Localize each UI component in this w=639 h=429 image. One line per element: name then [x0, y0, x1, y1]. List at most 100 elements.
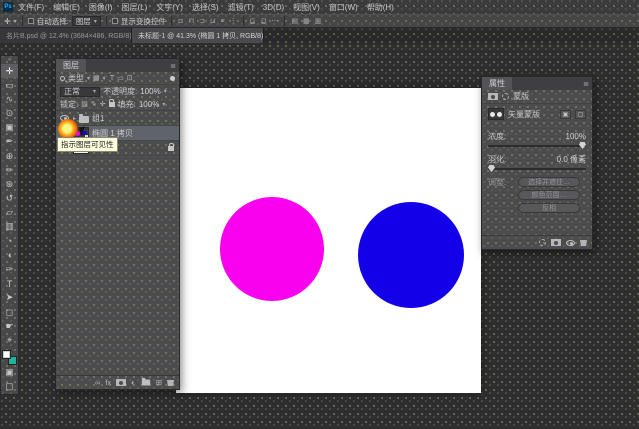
distribute-center-icon[interactable]: ▦ [302, 17, 311, 25]
feather-slider[interactable] [488, 168, 586, 170]
tool-preset-caret-icon[interactable]: ▾ [14, 18, 17, 25]
new-group-icon[interactable] [141, 380, 150, 386]
filter-smart-object-icon[interactable]: ⊡ [127, 74, 133, 82]
density-slider-knob[interactable] [579, 142, 586, 149]
distribute-left-icon[interactable]: ▤ [290, 17, 299, 25]
chevron-down-icon[interactable]: ▾ [87, 75, 90, 82]
link-layers-icon[interactable]: ∞ [95, 378, 100, 387]
feather-slider-knob[interactable] [488, 165, 495, 172]
type-tool[interactable]: T [1, 277, 18, 291]
menu-view[interactable]: 视图(V) [289, 2, 324, 13]
lock-position-icon[interactable]: ✛ [100, 100, 106, 108]
filter-type-icon[interactable]: T [110, 75, 114, 82]
blend-mode-dropdown[interactable]: 正常 ▾ [60, 87, 100, 97]
dodge-tool[interactable]: ◖ [1, 248, 18, 262]
shape-tool[interactable]: ◻ [1, 305, 18, 319]
align-middle-icon[interactable]: ≡ [220, 18, 226, 25]
delete-layer-icon[interactable] [167, 379, 174, 386]
tab-layers[interactable]: 图层 [56, 59, 86, 72]
menu-help[interactable]: 帮助(H) [363, 2, 398, 13]
auto-select-dropdown[interactable]: 图层 ▾ [72, 16, 101, 26]
clone-stamp-tool[interactable]: ⊛ [1, 177, 18, 191]
gradient-tool[interactable]: ▥ [1, 220, 18, 234]
density-slider[interactable] [488, 145, 586, 147]
auto-select-checkbox[interactable] [28, 18, 34, 24]
pixel-mask-icon[interactable] [488, 93, 498, 100]
foreground-color-swatch[interactable] [2, 350, 11, 359]
adjustment-layer-icon[interactable]: ◐ [131, 378, 136, 387]
menu-select[interactable]: 选择(S) [188, 2, 223, 13]
brush-tool[interactable]: ✏ [1, 163, 18, 177]
screen-mode-button[interactable]: ▢ [1, 380, 18, 394]
collapse-panel-icon[interactable]: » [8, 56, 11, 64]
menu-type[interactable]: 文字(Y) [152, 2, 187, 13]
distribute-middle-icon[interactable]: ⊒ [259, 17, 267, 25]
chevron-down-icon[interactable]: ▾ [162, 101, 165, 108]
document-canvas[interactable] [176, 88, 481, 393]
disable-mask-eye-icon[interactable] [566, 240, 575, 246]
filter-toggle[interactable] [170, 76, 175, 81]
eraser-tool[interactable]: ▱ [1, 206, 18, 220]
new-layer-icon[interactable]: ⊞ [156, 378, 162, 387]
crop-tool[interactable]: ▣ [1, 121, 18, 135]
menu-edit[interactable]: 编辑(E) [49, 2, 84, 13]
show-transform-checkbox[interactable] [112, 18, 118, 24]
align-bottom-icon[interactable]: ⋮ [229, 17, 238, 25]
lock-transparency-icon[interactable]: ▨ [81, 100, 88, 108]
hand-tool[interactable]: ☛ [1, 319, 18, 333]
color-swatches[interactable] [1, 349, 18, 365]
menu-layer[interactable]: 图层(L) [117, 2, 151, 13]
panel-menu-icon[interactable]: ≣ [170, 62, 176, 70]
align-top-icon[interactable]: ⊔ [209, 17, 216, 25]
lock-pixels-icon[interactable]: ✎ [91, 100, 97, 108]
zoom-tool[interactable]: ⌖ [1, 333, 18, 347]
blur-tool[interactable]: ◔ [1, 234, 18, 248]
filter-pixel-icon[interactable]: ▦ [93, 74, 100, 82]
document-tab-1[interactable]: 名片B.psd @ 12.4% (3684×486, RGB/8) * × [0, 28, 132, 43]
distribute-top-icon[interactable]: ⊑ [249, 17, 257, 25]
chevron-down-icon[interactable]: ▾ [164, 88, 167, 95]
feather-value[interactable]: 0.0 像素 [557, 154, 586, 165]
mask-thumbnail[interactable] [488, 108, 504, 120]
menu-image[interactable]: 图像(I) [85, 2, 117, 13]
filter-shape-icon[interactable]: ▭ [117, 74, 124, 82]
menu-file[interactable]: 文件(F) [14, 2, 48, 13]
distribute-bottom-icon[interactable]: ⋯ [270, 17, 279, 25]
tab-properties[interactable]: 属性 [482, 77, 512, 90]
pen-tool[interactable]: ✑ [1, 262, 18, 276]
menu-3d[interactable]: 3D(D) [259, 3, 288, 12]
align-left-icon[interactable]: ⊏ [177, 17, 185, 25]
add-pixel-mask-button[interactable]: ▣ [560, 110, 571, 119]
add-vector-mask-button[interactable]: ▢ [575, 110, 586, 119]
marquee-tool[interactable]: ▭ [1, 78, 18, 92]
panel-menu-icon[interactable]: ≣ [583, 80, 589, 88]
lock-all-icon[interactable] [109, 102, 115, 107]
delete-mask-icon[interactable] [580, 239, 587, 246]
menu-window[interactable]: 窗口(W) [325, 2, 362, 13]
add-mask-icon[interactable] [116, 379, 126, 386]
move-tool[interactable]: ✛ [1, 64, 18, 78]
align-center-h-icon[interactable]: ⊓ [188, 17, 195, 25]
eyedropper-tool[interactable]: ✒ [1, 135, 18, 149]
filter-adjustment-icon[interactable]: ◐ [103, 75, 107, 82]
lasso-tool[interactable]: ∿ [1, 92, 18, 106]
path-select-tool[interactable]: ➤ [1, 291, 18, 305]
distribute-right-icon[interactable]: ▥ [314, 17, 323, 25]
select-and-mask-button[interactable]: 选择并遮住… [518, 177, 580, 187]
color-range-button[interactable]: 颜色范围… [518, 190, 580, 200]
align-right-icon[interactable]: ⊐ [198, 17, 206, 25]
density-value[interactable]: 100% [566, 132, 586, 141]
apply-mask-icon[interactable] [551, 239, 561, 246]
document-tab-2[interactable]: 未标题-1 @ 41.3% (椭圆 1 拷贝, RGB/8) * × [132, 28, 264, 43]
opacity-value[interactable]: 100% [140, 87, 160, 96]
vector-mask-icon[interactable] [502, 93, 509, 100]
quick-select-tool[interactable]: ⊙ [1, 107, 18, 121]
load-selection-from-mask-icon[interactable] [539, 239, 546, 246]
quick-mask-button[interactable]: ▣ [1, 366, 18, 380]
invert-button[interactable]: 反相 [518, 203, 580, 213]
healing-brush-tool[interactable]: ⊕ [1, 149, 18, 163]
fill-value[interactable]: 100% [139, 100, 159, 109]
menu-filter[interactable]: 滤镜(T) [224, 2, 258, 13]
history-brush-tool[interactable]: ↺ [1, 192, 18, 206]
layer-style-fx-icon[interactable]: fx [105, 378, 111, 387]
